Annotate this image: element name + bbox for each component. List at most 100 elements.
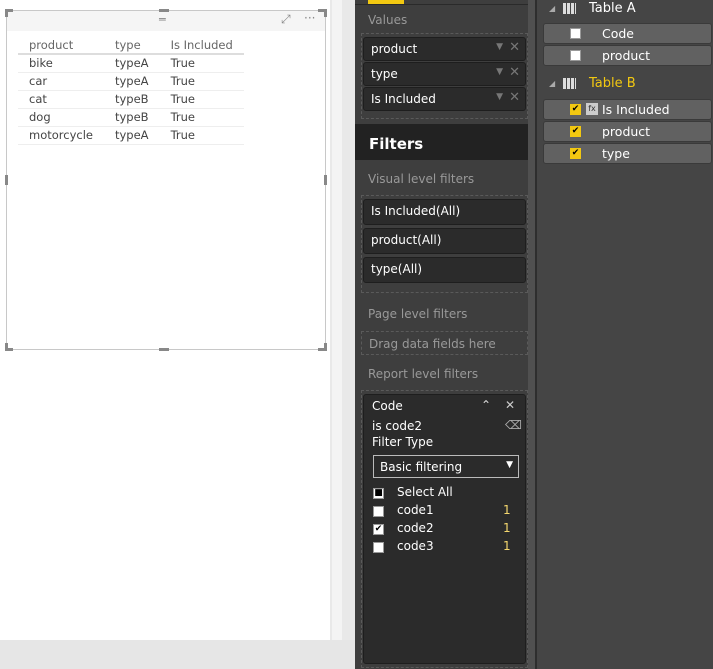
filter-item-code3[interactable]: code3 1 [364,539,527,557]
field-label: Is Included [602,102,670,117]
field-product[interactable]: ✔ product [543,121,712,142]
cell: bike [18,54,104,73]
cell: dog [18,108,104,127]
resize-handle[interactable] [159,9,169,12]
filter-item-code1[interactable]: code1 1 [364,503,527,521]
field-label: Is Included [371,92,436,106]
field-is-included[interactable]: ✔ fx Is Included [543,99,712,120]
close-icon[interactable]: ✕ [509,65,520,80]
filter-product[interactable]: product(All) [363,228,526,254]
resize-handle[interactable] [5,9,8,17]
focus-mode-icon[interactable]: ⤢ [281,12,291,27]
canvas-scrollbar[interactable] [330,0,355,640]
table-icon [563,3,576,14]
chevron-down-icon[interactable]: ▼ [496,67,503,77]
expand-triangle-icon[interactable]: ◢ [549,4,555,13]
item-label: Select All [397,485,453,499]
expand-triangle-icon[interactable]: ◢ [549,79,555,88]
resize-handle[interactable] [324,343,327,351]
value-field-is-included[interactable]: Is Included ▼ ✕ [363,87,526,111]
filters-title: Filters [355,124,528,160]
table-row: dog typeB True [18,108,244,127]
resize-handle[interactable] [5,343,8,351]
filter-card-code[interactable]: Code ⌃ ✕ is code2 ⌫ Filter Type Basic fi… [363,394,526,664]
cell: typeA [103,126,160,145]
filter-type-select[interactable]: Basic filtering ▼ [373,455,519,478]
cell: True [159,90,244,109]
checkbox-checked[interactable]: ✔ [373,524,384,535]
cell: car [18,72,104,91]
checkbox-unchecked[interactable] [570,28,581,39]
table-a-name[interactable]: Table A [589,1,636,16]
checkbox-partial[interactable]: ■ [373,488,384,499]
close-icon[interactable]: ✕ [505,398,515,412]
field-code[interactable]: Code [543,23,712,44]
table-row: bike typeA True [18,54,244,73]
page-filters-drop-zone[interactable]: Drag data fields here [361,331,528,355]
column-header[interactable]: product [18,37,104,55]
visual-header: ═ ⤢ ··· [7,11,325,31]
filter-summary: is code2 [372,419,422,433]
field-label: product [371,42,418,56]
resize-handle[interactable] [324,175,327,185]
cell: cat [18,90,104,109]
table-header-row: product type Is Included [18,37,244,55]
field-product[interactable]: product [543,45,712,66]
checkbox-checked[interactable]: ✔ [570,104,581,115]
filter-card-title: Code [372,399,403,413]
cell: typeA [103,72,160,91]
table-row: motorcycle typeA True [18,126,244,145]
filter-type-label: Filter Type [372,435,434,449]
filter-item-select-all[interactable]: ■ Select All [364,485,527,503]
value-field-product[interactable]: product ▼ ✕ [363,37,526,61]
item-count: 1 [503,503,511,517]
value-field-type[interactable]: type ▼ ✕ [363,62,526,86]
page-level-filters-label: Page level filters [368,307,468,321]
calculated-column-icon: fx [586,103,598,115]
table-b-name[interactable]: Table B [589,76,636,91]
report-level-filters-label: Report level filters [368,367,479,381]
field-label: product [602,124,651,139]
filter-type[interactable]: type(All) [363,257,526,283]
chevron-down-icon[interactable]: ▼ [496,92,503,102]
chevron-down-icon[interactable]: ▼ [496,42,503,52]
cell: True [159,126,244,145]
eraser-icon[interactable]: ⌫ [505,418,522,432]
pane-scrollbar[interactable] [528,0,535,669]
visualizations-pane: Values product ▼ ✕ type ▼ ✕ Is Included ▼ ✕ Fi… [355,0,535,669]
table-row: car typeA True [18,72,244,91]
more-options-icon[interactable]: ··· [304,11,315,25]
table-visual[interactable]: ═ ⤢ ··· product type Is Included bike typ… [6,10,326,350]
field-label: type [371,67,398,81]
item-count: 1 [503,521,511,535]
checkbox-unchecked[interactable] [373,542,384,553]
cell: True [159,54,244,73]
close-icon[interactable]: ✕ [509,40,520,55]
filter-is-included[interactable]: Is Included(All) [363,199,526,225]
item-count: 1 [503,539,511,553]
field-type[interactable]: ✔ type [543,143,712,164]
checkbox-checked[interactable]: ✔ [570,148,581,159]
checkbox-unchecked[interactable] [373,506,384,517]
chevron-up-icon[interactable]: ⌃ [481,398,491,412]
data-table: product type Is Included bike typeA True c… [18,37,244,145]
checkbox-unchecked[interactable] [570,50,581,61]
drag-handle-icon[interactable]: ═ [159,13,166,26]
table-row: cat typeB True [18,90,244,109]
resize-handle[interactable] [5,175,8,185]
cell: typeB [103,108,160,127]
cell: True [159,72,244,91]
item-label: code1 [397,503,434,517]
close-icon[interactable]: ✕ [509,90,520,105]
cell: True [159,108,244,127]
resize-handle[interactable] [159,348,169,351]
filter-type-value: Basic filtering [380,460,463,474]
column-header[interactable]: Is Included [159,37,244,55]
checkbox-checked[interactable]: ✔ [570,126,581,137]
column-header[interactable]: type [103,37,160,55]
visual-level-filters-label: Visual level filters [368,172,475,186]
filter-item-code2[interactable]: ✔ code2 1 [364,521,527,539]
resize-handle[interactable] [324,9,327,17]
field-label: product [602,48,651,63]
field-label: Code [602,26,635,41]
